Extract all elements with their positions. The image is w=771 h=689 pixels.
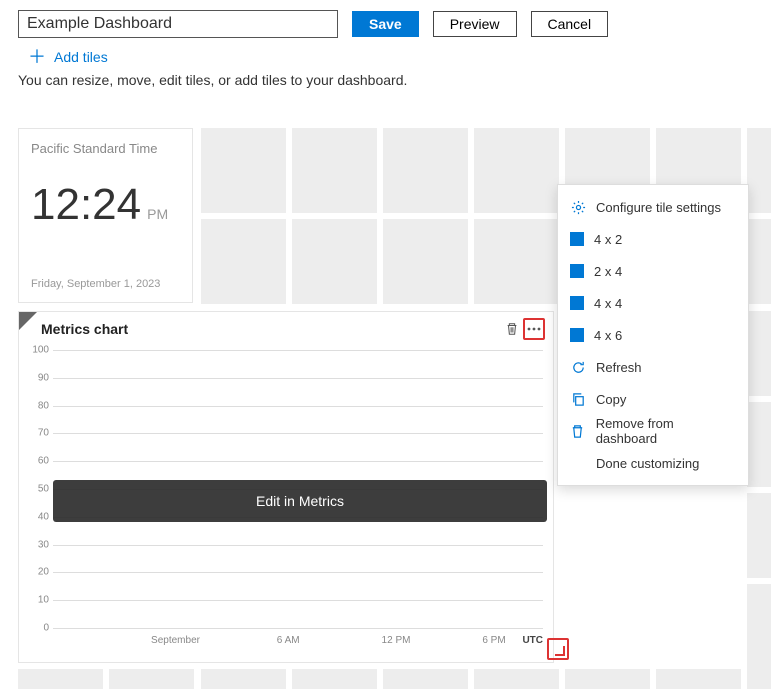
clock-ampm: PM — [147, 206, 168, 222]
menu-label: Remove from dashboard — [596, 416, 736, 446]
x-tick: 6 AM — [277, 635, 300, 646]
menu-label: 4 x 4 — [594, 296, 622, 311]
resize-handle[interactable] — [547, 638, 569, 660]
grid-cell[interactable] — [383, 669, 468, 689]
grid-cell[interactable] — [109, 669, 194, 689]
grid-cell[interactable] — [201, 128, 286, 213]
y-tick: 10 — [27, 595, 49, 606]
menu-size-4x2[interactable]: 4 x 2 — [558, 223, 748, 255]
hint-text: You can resize, move, edit tiles, or add… — [0, 72, 771, 102]
y-tick: 50 — [27, 484, 49, 495]
metrics-tile[interactable]: Metrics chart 100 90 80 70 60 50 40 30 2… — [18, 311, 554, 663]
grid-cell[interactable] — [565, 669, 650, 689]
clock-timezone: Pacific Standard Time — [31, 141, 180, 156]
y-tick: 20 — [27, 567, 49, 578]
menu-label: 4 x 2 — [594, 232, 622, 247]
clock-time: 12:24 — [31, 180, 141, 230]
edit-in-metrics-button[interactable]: Edit in Metrics — [53, 480, 547, 522]
grid-cell[interactable] — [747, 584, 771, 669]
add-tiles-label: Add tiles — [54, 49, 108, 65]
dashboard-title-input[interactable] — [18, 10, 338, 38]
cancel-button[interactable]: Cancel — [531, 11, 609, 37]
clock-date: Friday, September 1, 2023 — [31, 278, 160, 290]
y-tick: 40 — [27, 511, 49, 522]
tile-title: Metrics chart — [41, 321, 128, 337]
add-tiles-button[interactable]: ＋ Add tiles — [0, 44, 771, 72]
gear-icon — [570, 199, 586, 215]
grid-cell[interactable] — [18, 669, 103, 689]
resize-icon — [555, 646, 565, 656]
y-tick: 0 — [27, 623, 49, 634]
trash-icon — [570, 423, 586, 439]
menu-refresh[interactable]: Refresh — [558, 351, 748, 383]
grid-cell[interactable] — [474, 669, 559, 689]
y-tick: 90 — [27, 372, 49, 383]
grid-cell[interactable] — [747, 219, 771, 304]
menu-done-customizing[interactable]: Done customizing — [558, 447, 748, 479]
grid-cell[interactable] — [383, 219, 468, 304]
grid-cell[interactable] — [474, 128, 559, 213]
x-tick: 6 PM — [482, 635, 505, 646]
menu-remove[interactable]: Remove from dashboard — [558, 415, 748, 447]
grid-cell[interactable] — [747, 493, 771, 578]
grid-cell[interactable] — [747, 311, 771, 396]
menu-label: 2 x 4 — [594, 264, 622, 279]
menu-label: Refresh — [596, 360, 642, 375]
menu-configure[interactable]: Configure tile settings — [558, 191, 748, 223]
y-tick: 100 — [27, 345, 49, 356]
grid-cell[interactable] — [474, 219, 559, 304]
grid-cell[interactable] — [292, 128, 377, 213]
grid-cell[interactable] — [201, 219, 286, 304]
y-tick: 30 — [27, 539, 49, 550]
x-tick: 12 PM — [382, 635, 411, 646]
menu-label: 4 x 6 — [594, 328, 622, 343]
tile-header: Metrics chart — [19, 312, 553, 346]
menu-copy[interactable]: Copy — [558, 383, 748, 415]
y-tick: 80 — [27, 400, 49, 411]
grid-cell[interactable] — [747, 402, 771, 487]
grid-cell[interactable] — [383, 128, 468, 213]
menu-label: Done customizing — [596, 456, 699, 471]
preview-button[interactable]: Preview — [433, 11, 517, 37]
y-tick: 70 — [27, 428, 49, 439]
filter-icon[interactable] — [19, 312, 37, 330]
menu-size-4x6[interactable]: 4 x 6 — [558, 319, 748, 351]
menu-size-2x4[interactable]: 2 x 4 — [558, 255, 748, 287]
save-button[interactable]: Save — [352, 11, 419, 37]
menu-label: Configure tile settings — [596, 200, 721, 215]
utc-label: UTC — [522, 635, 543, 646]
square-icon — [570, 264, 584, 278]
more-icon[interactable] — [523, 318, 545, 340]
tile-context-menu: Configure tile settings 4 x 2 2 x 4 4 x … — [557, 184, 749, 486]
square-icon — [570, 328, 584, 342]
refresh-icon — [570, 359, 586, 375]
square-icon — [570, 232, 584, 246]
copy-icon — [570, 391, 586, 407]
delete-icon[interactable] — [501, 318, 523, 340]
top-bar: Save Preview Cancel — [0, 0, 771, 44]
grid-cell[interactable] — [201, 669, 286, 689]
grid-cell[interactable] — [747, 669, 771, 689]
grid-cell[interactable] — [292, 669, 377, 689]
y-tick: 60 — [27, 456, 49, 467]
menu-label: Copy — [596, 392, 626, 407]
x-tick: September — [151, 635, 200, 646]
menu-size-4x4[interactable]: 4 x 4 — [558, 287, 748, 319]
grid-cell[interactable] — [292, 219, 377, 304]
square-icon — [570, 296, 584, 310]
clock-tile[interactable]: Pacific Standard Time 12:24 PM Friday, S… — [18, 128, 193, 303]
grid-cell[interactable] — [747, 128, 771, 213]
grid-cell[interactable] — [656, 669, 741, 689]
plus-icon: ＋ — [28, 48, 46, 66]
